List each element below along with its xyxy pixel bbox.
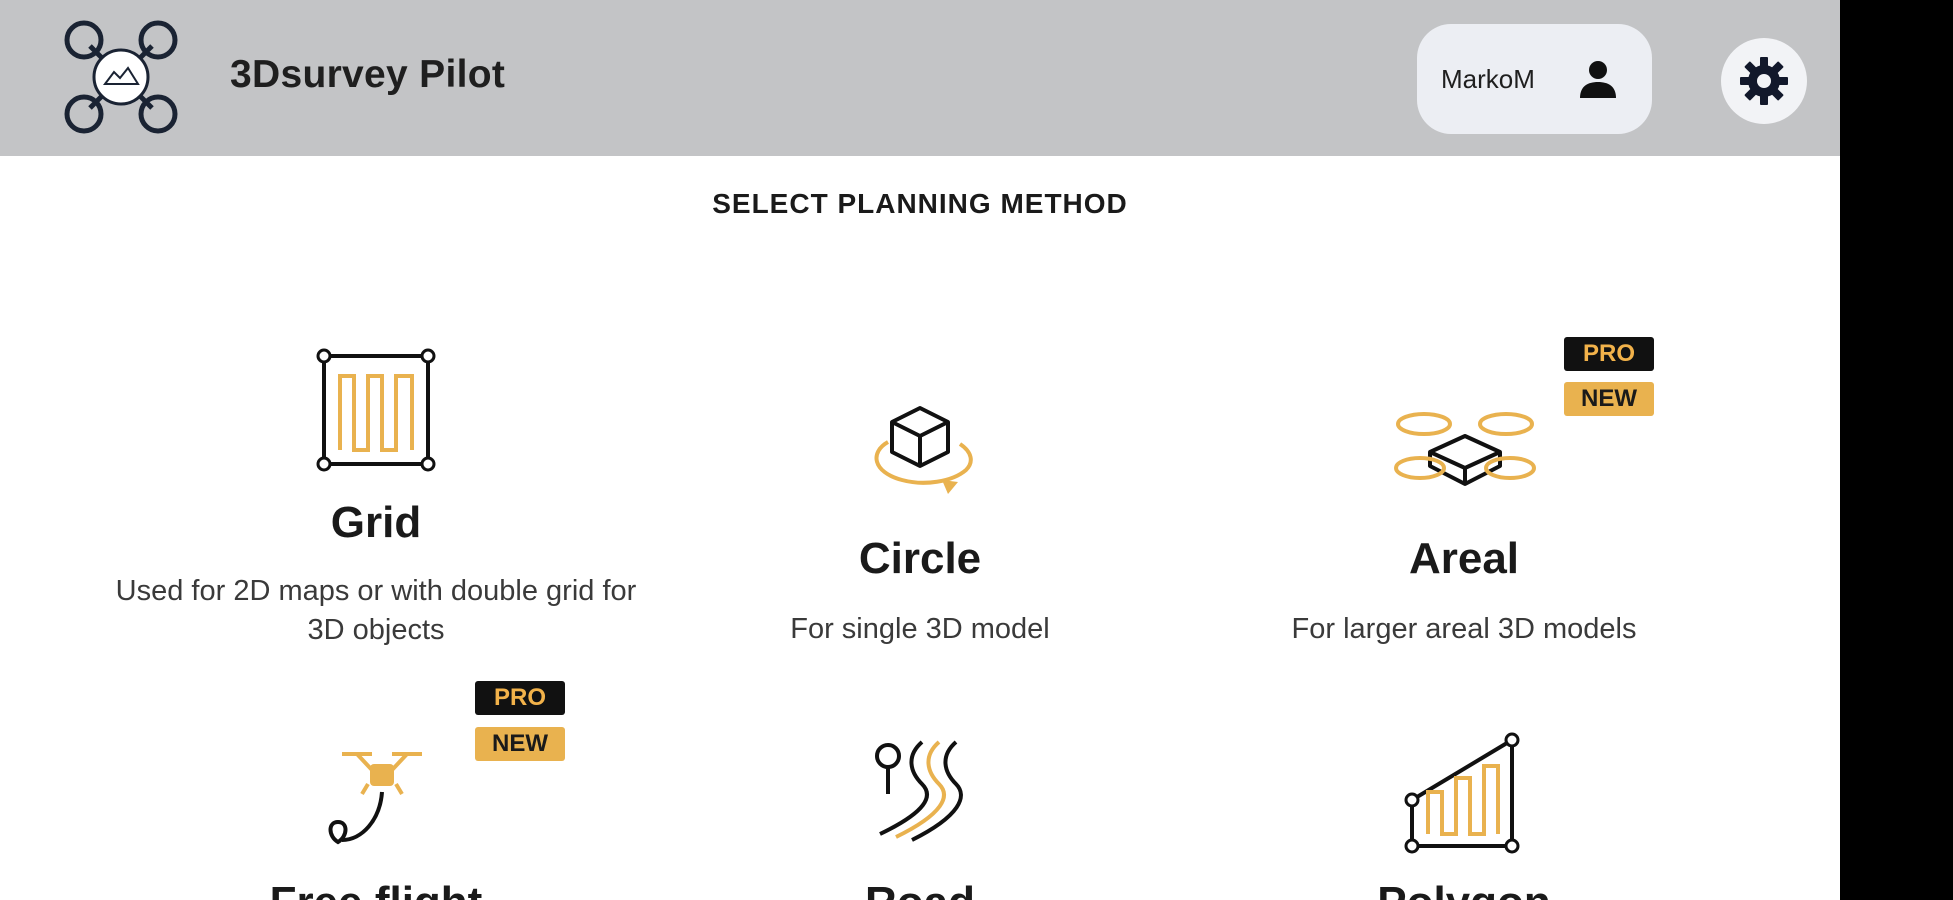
header-bar: 3Dsurvey Pilot MarkoM — [0, 0, 1840, 156]
pro-badge: PRO — [475, 681, 565, 715]
method-title: Areal — [1408, 534, 1520, 583]
person-icon — [1577, 58, 1619, 100]
method-title: Circle — [858, 534, 982, 583]
method-description: Used for 2D maps or with double grid for… — [115, 575, 637, 646]
section-title: SELECT PLANNING METHOD — [712, 188, 1128, 219]
method-card-areal[interactable]: Areal For larger areal 3D models — [1184, 390, 1744, 660]
areal-orbit-icon — [1392, 404, 1538, 509]
cube-orbit-icon — [862, 400, 978, 505]
app-window: 3Dsurvey Pilot MarkoM SELECT PLANNING ME… — [0, 0, 1840, 900]
method-card-circle[interactable]: Circle For single 3D model — [640, 390, 1200, 660]
polygon-grid-icon — [1402, 730, 1528, 861]
new-badge: NEW — [1564, 382, 1654, 416]
road-icon — [866, 736, 976, 851]
app-title: 3Dsurvey Pilot — [230, 53, 506, 96]
method-title: Polygon — [1184, 878, 1744, 900]
drone-logo-icon — [62, 18, 180, 136]
method-title: Free flight — [96, 878, 656, 900]
method-description: For larger areal 3D models — [1291, 613, 1637, 645]
method-card-road[interactable]: Road — [640, 730, 1200, 900]
username-label: MarkoM — [1441, 64, 1535, 94]
method-description: For single 3D model — [790, 613, 1050, 645]
new-badge: NEW — [475, 727, 565, 761]
user-account-button[interactable]: MarkoM — [1417, 24, 1652, 134]
method-card-grid[interactable]: Grid Used for 2D maps or with double gri… — [96, 340, 656, 660]
method-title: Road — [640, 878, 1200, 900]
method-card-polygon[interactable]: Polygon — [1184, 730, 1744, 900]
drone-path-icon — [322, 740, 432, 855]
pro-badge: PRO — [1564, 337, 1654, 371]
method-title: Grid — [330, 498, 422, 547]
grid-pattern-icon — [316, 346, 436, 477]
method-card-free-flight[interactable]: Free flight — [96, 730, 656, 900]
settings-button[interactable] — [1721, 38, 1807, 124]
device-edge — [1840, 0, 1953, 900]
